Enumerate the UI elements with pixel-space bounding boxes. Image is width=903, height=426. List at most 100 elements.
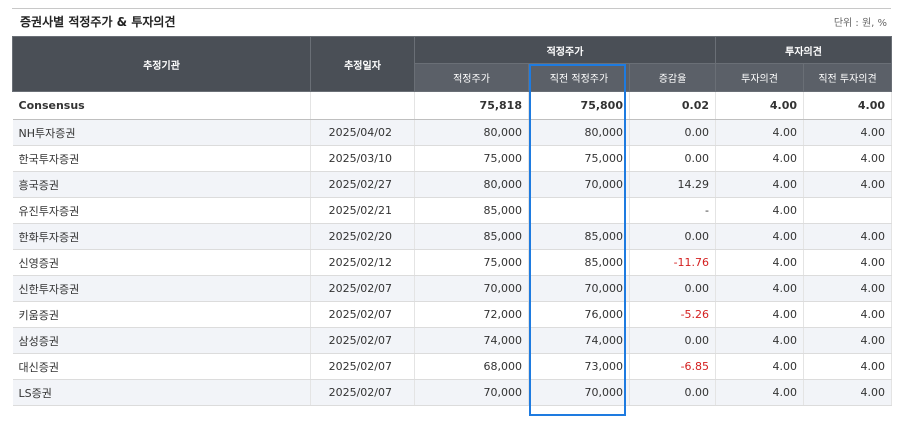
consensus-change-rate: 0.02 [629, 91, 717, 120]
cell-target-price: 75,000 [414, 249, 529, 276]
cell-name: 한화투자증권 [12, 223, 311, 250]
cell-target-price: 68,000 [414, 353, 529, 380]
cell-prev-opinion: 4.00 [803, 353, 893, 380]
cell-prev-opinion: 4.00 [803, 145, 893, 172]
consensus-row: Consensus 75,818 75,800 0.02 4.00 4.00 [12, 91, 893, 120]
cell-date: 2025/02/07 [310, 379, 415, 406]
cell-date: 2025/02/12 [310, 249, 415, 276]
cell-prev-target-price: 85,000 [528, 249, 630, 276]
cell-prev-opinion [803, 197, 893, 224]
cell-date: 2025/02/07 [310, 301, 415, 328]
cell-change-rate: 0.00 [629, 379, 717, 406]
col-group-price: 적정주가 [413, 36, 717, 64]
cell-date: 2025/04/02 [310, 119, 415, 146]
col-header-target-price: 적정주가 [414, 63, 529, 92]
cell-date: 2025/02/27 [310, 171, 415, 198]
table-row: 삼성증권 2025/02/07 74,000 74,000 0.00 4.00 4.00 [12, 327, 893, 354]
cell-opinion: 4.00 [715, 249, 805, 276]
cell-name: NH투자증권 [12, 119, 311, 146]
section-header: 증권사별 적정주가 & 투자의견 단위 : 원, % [12, 8, 891, 34]
col-header-date: 추정일자 [310, 36, 415, 92]
consensus-prev-opinion: 4.00 [803, 91, 893, 120]
section-title: 증권사별 적정주가 & 투자의견 [20, 15, 176, 29]
cell-prev-opinion: 4.00 [803, 171, 893, 198]
cell-date: 2025/02/20 [310, 223, 415, 250]
cell-prev-target-price: 85,000 [528, 223, 630, 250]
cell-prev-opinion: 4.00 [803, 249, 893, 276]
cell-prev-target-price: 70,000 [528, 379, 630, 406]
cell-name: 신한투자증권 [12, 275, 311, 302]
table-row: 대신증권 2025/02/07 68,000 73,000 -6.85 4.00 4.00 [12, 353, 893, 380]
col-header-change-rate: 증감율 [628, 63, 717, 92]
cell-prev-target-price: 70,000 [528, 275, 630, 302]
consensus-prev-target-price: 75,800 [528, 91, 630, 120]
cell-name: 키움증권 [12, 301, 311, 328]
cell-prev-opinion: 4.00 [803, 379, 893, 406]
cell-name: 신영증권 [12, 249, 311, 276]
cell-date: 2025/02/21 [310, 197, 415, 224]
cell-target-price: 75,000 [414, 145, 529, 172]
cell-change-rate: 14.29 [629, 171, 717, 198]
cell-opinion: 4.00 [715, 171, 805, 198]
cell-name: 삼성증권 [12, 327, 311, 354]
cell-date: 2025/02/07 [310, 275, 415, 302]
cell-prev-target-price [528, 197, 630, 224]
cell-target-price: 70,000 [414, 275, 529, 302]
cell-prev-opinion: 4.00 [803, 275, 893, 302]
col-group-opinion: 투자의견 [715, 36, 893, 64]
cell-prev-target-price: 76,000 [528, 301, 630, 328]
cell-change-rate: 0.00 [629, 145, 717, 172]
cell-name: 한국투자증권 [12, 145, 311, 172]
cell-opinion: 4.00 [715, 119, 805, 146]
table-row: 키움증권 2025/02/07 72,000 76,000 -5.26 4.00 4.00 [12, 301, 893, 328]
cell-prev-opinion: 4.00 [803, 301, 893, 328]
cell-target-price: 80,000 [414, 119, 529, 146]
cell-date: 2025/03/10 [310, 145, 415, 172]
cell-date: 2025/02/07 [310, 327, 415, 354]
col-header-prev-opinion: 직전 투자의견 [803, 63, 893, 92]
cell-prev-opinion: 4.00 [803, 119, 893, 146]
cell-change-rate: - [629, 197, 717, 224]
cell-name: 대신증권 [12, 353, 311, 380]
table-row: 흥국증권 2025/02/27 80,000 70,000 14.29 4.00 4.00 [12, 171, 893, 198]
consensus-opinion: 4.00 [715, 91, 805, 120]
consensus-name: Consensus [12, 91, 311, 120]
cell-prev-target-price: 73,000 [528, 353, 630, 380]
table-row: NH투자증권 2025/04/02 80,000 80,000 0.00 4.00 4.00 [12, 119, 893, 146]
col-header-opinion: 투자의견 [715, 63, 805, 92]
cell-change-rate: -5.26 [629, 301, 717, 328]
cell-prev-target-price: 75,000 [528, 145, 630, 172]
table-row: 신한투자증권 2025/02/07 70,000 70,000 0.00 4.00 4.00 [12, 275, 893, 302]
unit-label: 단위 : 원, % [833, 18, 887, 29]
consensus-date [310, 91, 415, 120]
cell-prev-target-price: 74,000 [528, 327, 630, 354]
cell-change-rate: -6.85 [629, 353, 717, 380]
cell-opinion: 4.00 [715, 301, 805, 328]
cell-opinion: 4.00 [715, 379, 805, 406]
cell-opinion: 4.00 [715, 145, 805, 172]
table-row: 한화투자증권 2025/02/20 85,000 85,000 0.00 4.00 4.00 [12, 223, 893, 250]
cell-name: 유진투자증권 [12, 197, 311, 224]
cell-prev-target-price: 70,000 [528, 171, 630, 198]
cell-date: 2025/02/07 [310, 353, 415, 380]
cell-target-price: 72,000 [414, 301, 529, 328]
cell-prev-target-price: 80,000 [528, 119, 630, 146]
cell-change-rate: 0.00 [629, 223, 717, 250]
cell-target-price: 85,000 [414, 223, 529, 250]
cell-target-price: 70,000 [414, 379, 529, 406]
cell-opinion: 4.00 [715, 275, 805, 302]
cell-target-price: 85,000 [414, 197, 529, 224]
col-header-prev-target-price: 직전 적정주가 [528, 63, 630, 92]
table-row: LS증권 2025/02/07 70,000 70,000 0.00 4.00 4.00 [12, 379, 893, 406]
cell-change-rate: 0.00 [629, 327, 717, 354]
cell-change-rate: -11.76 [629, 249, 717, 276]
target-price-table: 추정기관 추정일자 적정주가 투자의견 적정주가 직전 적정주가 증감율 투자의… [12, 36, 893, 406]
table-row: 신영증권 2025/02/12 75,000 85,000 -11.76 4.00 4.00 [12, 249, 893, 276]
col-header-org: 추정기관 [12, 36, 311, 92]
cell-name: LS증권 [12, 379, 311, 406]
cell-prev-opinion: 4.00 [803, 223, 893, 250]
cell-target-price: 74,000 [414, 327, 529, 354]
cell-prev-opinion: 4.00 [803, 327, 893, 354]
table-row: 유진투자증권 2025/02/21 85,000 -4.00 [12, 197, 893, 224]
cell-opinion: 4.00 [715, 223, 805, 250]
